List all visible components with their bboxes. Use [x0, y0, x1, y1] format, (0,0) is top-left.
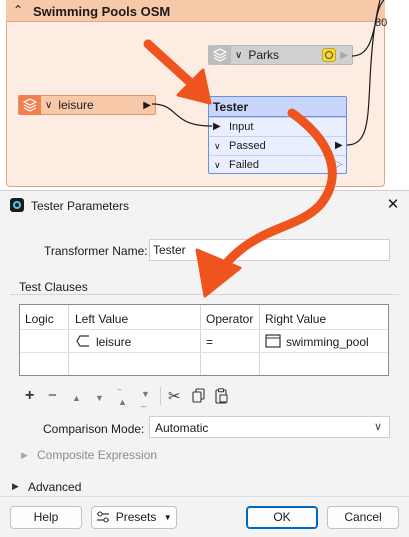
- move-up-icon[interactable]: ▲: [72, 393, 81, 403]
- paste-icon[interactable]: [214, 388, 229, 407]
- column-header-logic[interactable]: Logic: [25, 312, 54, 326]
- connection-parks-out: [351, 0, 385, 57]
- text-value-icon: [265, 334, 281, 348]
- row-divider: [20, 329, 388, 330]
- workspace-canvas[interactable]: ⌃ Swimming Pools OSM 80 ∨ Parks ▶ ∨ leis…: [0, 0, 409, 190]
- transformer-name-label: Transformer Name:: [44, 244, 148, 258]
- advanced-section-toggle[interactable]: Advanced: [28, 480, 81, 494]
- cancel-button[interactable]: Cancel: [327, 506, 399, 529]
- test-clauses-title: Test Clauses: [19, 280, 88, 294]
- dialog-titlebar[interactable]: Tester Parameters ✕: [0, 191, 409, 219]
- connection-lines: [151, 0, 385, 146]
- comparison-mode-value: Automatic: [155, 421, 209, 435]
- connection-leisure-tester: [151, 103, 213, 127]
- caret-down-icon: ▼: [163, 513, 172, 522]
- cut-icon[interactable]: ✂: [168, 387, 181, 405]
- row-divider: [20, 352, 388, 353]
- move-down-icon[interactable]: ▼: [95, 393, 104, 403]
- cell-left-value[interactable]: leisure: [96, 335, 131, 349]
- transformer-name-input[interactable]: [149, 239, 390, 261]
- expand-arrow-icon[interactable]: ▶: [12, 481, 19, 492]
- tester-parameters-dialog[interactable]: Tester Parameters ✕ Transformer Name: Te…: [0, 190, 409, 537]
- composite-expression-toggle[interactable]: Composite Expression: [37, 448, 157, 462]
- cell-operator[interactable]: =: [206, 335, 213, 349]
- expand-arrow-icon[interactable]: ▶: [21, 450, 28, 461]
- column-divider: [68, 305, 69, 375]
- ok-button[interactable]: OK: [246, 506, 318, 529]
- attribute-icon: [75, 334, 91, 348]
- copy-icon[interactable]: [192, 388, 206, 407]
- toolbar-divider: [160, 387, 161, 405]
- close-icon[interactable]: ✕: [382, 195, 404, 215]
- remove-row-icon[interactable]: −: [48, 387, 57, 404]
- column-header-right-value[interactable]: Right Value: [265, 312, 326, 326]
- move-to-top-icon[interactable]: ‾ ▲: [118, 390, 127, 407]
- presets-label: Presets: [115, 510, 157, 524]
- move-to-bottom-icon[interactable]: ▼ _: [141, 390, 150, 407]
- column-divider: [259, 305, 260, 375]
- column-divider: [200, 305, 201, 375]
- presets-button[interactable]: Presets ▼: [91, 506, 177, 529]
- app-icon: [10, 198, 24, 212]
- comparison-mode-label: Comparison Mode:: [43, 422, 145, 436]
- cell-right-value[interactable]: swimming_pool: [286, 335, 369, 349]
- help-button[interactable]: Help: [10, 506, 82, 529]
- app-icon-ring: [13, 201, 21, 209]
- column-header-left-value[interactable]: Left Value: [75, 312, 128, 326]
- presets-icon: [96, 509, 110, 523]
- chevron-down-icon[interactable]: ∨: [374, 420, 382, 433]
- add-row-icon[interactable]: +: [25, 387, 34, 405]
- comparison-mode-select[interactable]: Automatic ∨: [149, 416, 390, 438]
- group-divider: [10, 294, 399, 295]
- footer-divider: [0, 496, 409, 497]
- column-header-operator[interactable]: Operator: [206, 312, 253, 326]
- test-clauses-table[interactable]: Logic Left Value Operator Right Value le…: [19, 304, 389, 376]
- dialog-title: Tester Parameters: [31, 199, 130, 213]
